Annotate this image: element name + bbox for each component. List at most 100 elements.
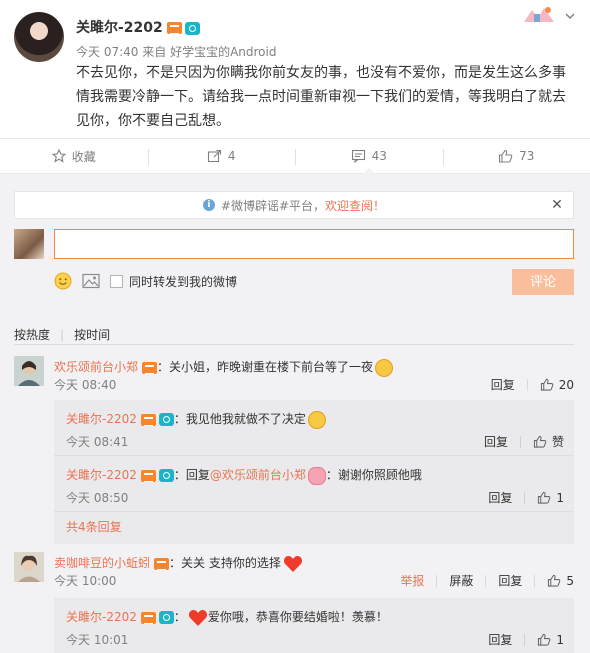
reply-list: 关雎尔-2202 ：我见他我就做不了决定 今天 08:41 回复 赞 关雎尔-22… [54, 400, 574, 544]
author-avatar[interactable] [14, 12, 64, 62]
info-icon: i [202, 199, 215, 211]
post-time[interactable]: 今天 07:40 [76, 45, 138, 59]
camera-badge-icon[interactable] [158, 469, 174, 482]
comment-input[interactable] [54, 229, 574, 259]
comment-like-count: 20 [558, 377, 574, 392]
camera-badge-icon[interactable] [184, 21, 200, 35]
comment-body: 欢乐颂前台小郑 ：关小姐，昨晚谢重在楼下前台等了一夜 [54, 358, 574, 377]
thumbs-up-icon [533, 435, 547, 448]
close-icon[interactable]: ✕ [550, 198, 564, 212]
submit-comment-button[interactable]: 评论 [512, 269, 574, 295]
like-button[interactable]: 73 [442, 139, 590, 173]
favorite-button[interactable]: 收藏 [0, 139, 148, 173]
commenter-name[interactable]: 卖咖啡豆的小蚯蚓 [54, 556, 150, 570]
sweat-emoji-icon [375, 358, 394, 377]
post-action-bar: 收藏 4 43 73 [0, 138, 590, 174]
reply-like-count: 1 [556, 632, 564, 647]
camera-badge-icon[interactable] [158, 611, 174, 624]
reply-button[interactable]: 回复 [488, 489, 512, 506]
reply-like-button[interactable]: 1 [537, 491, 564, 505]
vip-icon[interactable] [140, 469, 156, 482]
vip-icon[interactable] [140, 413, 156, 426]
reply-text-prefix: ：回复 [173, 468, 210, 482]
reply-ops: 回复 赞 [472, 433, 564, 450]
reply-body: 关雎尔-2202 ： 爱你哦，恭喜你要结婚啦！羡慕！ [66, 607, 566, 627]
reply-button[interactable]: 回复 [488, 631, 512, 648]
heart-emoji-icon [188, 609, 207, 626]
sort-options: 按热度 | 按时间 [14, 326, 574, 346]
replier-name[interactable]: 关雎尔-2202 [66, 412, 137, 426]
more-replies-link[interactable]: 共4条回复 [54, 512, 574, 544]
commenter-name[interactable]: 欢乐颂前台小郑 [54, 360, 138, 374]
thumbs-up-icon [538, 491, 551, 504]
heart-emoji-icon [283, 555, 302, 572]
pig-emoji-icon [307, 466, 326, 485]
chevron-down-icon[interactable] [564, 10, 576, 22]
author-name-row: 关雎尔-2202 [76, 17, 200, 37]
comment-button[interactable]: 43 [295, 139, 443, 174]
comment-item: 欢乐颂前台小郑 ：关小姐，昨晚谢重在楼下前台等了一夜 今天 08:40 回复 20 [14, 356, 574, 392]
emoji-icon[interactable] [54, 272, 72, 290]
divider [524, 491, 526, 504]
divider [485, 574, 487, 587]
notice-link[interactable]: 欢迎查阅！ [325, 197, 385, 214]
reply-like-button[interactable]: 赞 [533, 433, 564, 450]
reply-list: 关雎尔-2202 ： 爱你哦，恭喜你要结婚啦！羡慕！ 今天 10:01 回复 1 [54, 598, 574, 653]
reply-time: 今天 08:50 [66, 491, 129, 505]
divider [526, 378, 528, 391]
post-source[interactable]: 好学宝宝的Android [170, 45, 276, 59]
reply-ops: 回复 1 [476, 489, 564, 506]
repost-button[interactable]: 4 [147, 139, 296, 173]
thumbs-up-icon [540, 378, 554, 391]
comment-icon [351, 149, 365, 163]
like-count: 73 [519, 149, 535, 163]
report-button[interactable]: 举报 [400, 572, 424, 589]
reply-body: 关雎尔-2202 ：我见他我就做不了决定 [66, 409, 566, 429]
sort-separator: | [60, 328, 65, 342]
repost-icon [207, 149, 221, 163]
my-avatar [14, 229, 44, 259]
image-icon[interactable] [82, 273, 100, 289]
divider [14, 344, 574, 345]
replier-name[interactable]: 关雎尔-2202 [66, 468, 137, 482]
reply-item: 关雎尔-2202 ：回复@欢乐颂前台小郑 ：谢谢你照顾他哦 今天 08:50 回复 … [54, 456, 574, 512]
vip-icon[interactable] [154, 557, 170, 570]
reply-button[interactable]: 回复 [498, 572, 522, 589]
decoration-illustration-icon [524, 7, 554, 22]
replier-name[interactable]: 关雎尔-2202 [66, 610, 137, 624]
sort-by-hot[interactable]: 按热度 [14, 328, 50, 342]
reply-time: 今天 10:01 [66, 633, 129, 647]
crying-emoji-icon [307, 410, 326, 429]
reply-like-button[interactable]: 1 [537, 633, 564, 647]
repost-count: 4 [227, 149, 236, 163]
comment-ops: 举报 屏蔽 回复 5 [388, 572, 574, 589]
commenter-avatar[interactable] [14, 356, 44, 386]
reply-item: 关雎尔-2202 ：我见他我就做不了决定 今天 08:41 回复 赞 [54, 400, 574, 456]
mention-link[interactable]: @欢乐颂前台小郑 [210, 468, 306, 482]
comment-like-button[interactable]: 20 [540, 378, 574, 392]
reply-button[interactable]: 回复 [491, 376, 515, 393]
post-content: 不去见你，不是只因为你瞒我你前女友的事，也没有不爱你，而是发生这么多事情我需要冷… [76, 65, 566, 129]
repost-checkbox-label[interactable]: 同时转发到我的微博 [129, 273, 237, 290]
comment-like-button[interactable]: 5 [547, 574, 574, 588]
vip-icon[interactable] [140, 611, 156, 624]
divider [519, 435, 521, 448]
reply-like-count: 赞 [551, 435, 564, 449]
commenter-avatar[interactable] [14, 552, 44, 582]
block-button[interactable]: 屏蔽 [449, 572, 473, 589]
reply-item: 关雎尔-2202 ： 爱你哦，恭喜你要结婚啦！羡慕！ 今天 10:01 回复 1 [54, 598, 574, 653]
reply-button[interactable]: 回复 [484, 433, 508, 450]
repost-checkbox[interactable] [110, 274, 123, 288]
vip-icon[interactable] [142, 361, 158, 374]
thumbs-up-icon [538, 633, 551, 646]
thumbs-up-icon [548, 574, 561, 587]
rumor-notice-bar[interactable]: i #微博辟谣#平台， 欢迎查阅！ ✕ [14, 191, 574, 219]
sort-by-time[interactable]: 按时间 [74, 328, 110, 342]
camera-badge-icon[interactable] [158, 413, 174, 426]
author-name[interactable]: 关雎尔-2202 [76, 20, 163, 36]
reply-text: ：谢谢你照顾他哦 [325, 468, 422, 482]
comment-time: 今天 08:40 [54, 378, 117, 392]
comment-text: ：关小姐，昨晚谢重在楼下前台等了一夜 [157, 360, 374, 374]
vip-icon[interactable] [166, 22, 182, 34]
comments-section: i #微博辟谣#平台， 欢迎查阅！ ✕ 同时转发到我的微博 评论 按热度 | 按时间 … [0, 174, 590, 653]
